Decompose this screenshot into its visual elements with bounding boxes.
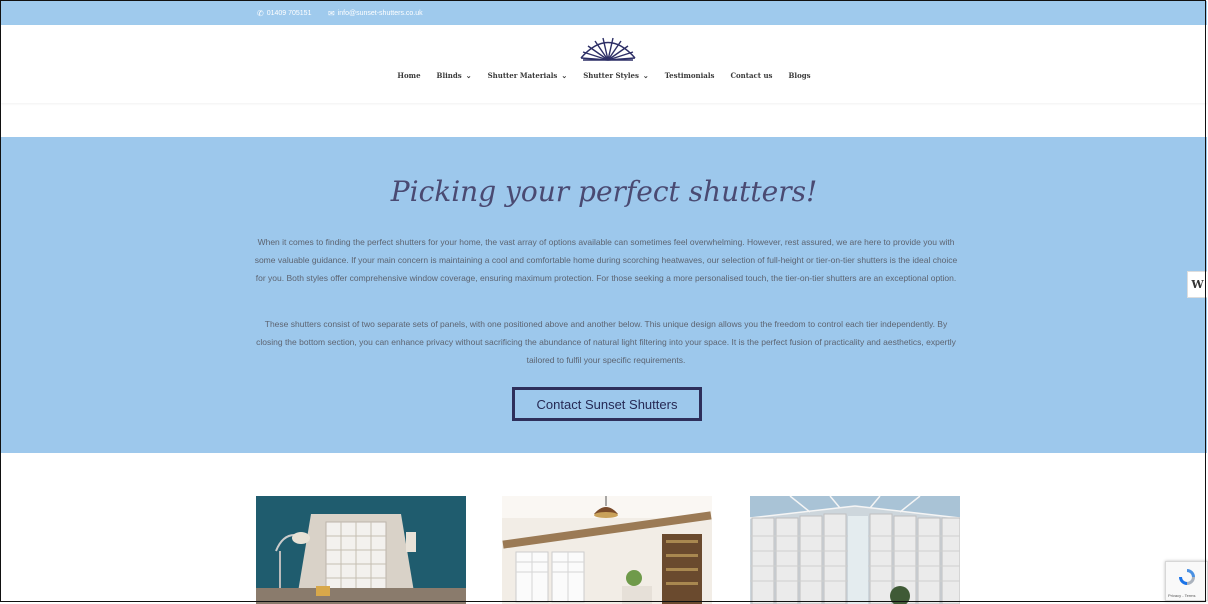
nav-label: Blinds [436, 71, 462, 80]
nav-label: Shutter Styles [583, 71, 639, 80]
chevron-down-icon: ⌄ [561, 71, 568, 80]
nav-item-contact-us[interactable]: Contact us [730, 71, 772, 80]
phone-link[interactable]: ✆ 01409 705151 [257, 1, 311, 25]
nav-item-blinds[interactable]: Blinds ⌄ [437, 71, 472, 80]
nav-item-home[interactable]: Home [397, 71, 420, 80]
recaptcha-badge[interactable]: Privacy - Terms [1165, 561, 1208, 601]
chevron-down-icon: ⌄ [465, 71, 472, 80]
nav-label: Testimonials [664, 71, 715, 80]
phone-number: 01409 705151 [266, 9, 312, 17]
shutter-photo-conservatory[interactable] [750, 496, 960, 604]
nav-item-shutter-styles[interactable]: Shutter Styles ⌄ [583, 71, 649, 80]
nav-label: Home [397, 71, 421, 80]
conservatory-image [750, 496, 960, 604]
side-tab[interactable]: W [1187, 271, 1207, 298]
nav-label: Shutter Materials [487, 71, 558, 80]
intro-paragraph: When it comes to finding the perfect shu… [254, 237, 958, 283]
nav-item-shutter-materials[interactable]: Shutter Materials ⌄ [488, 71, 568, 80]
main-nav: Home Blinds ⌄ Shutter Materials ⌄ Shutter … [1, 71, 1207, 80]
envelope-icon: ✉ [328, 8, 335, 18]
living-room-image [256, 496, 466, 604]
kitchen-image [502, 496, 712, 604]
shutter-photo-living-room[interactable] [256, 496, 466, 604]
page-title: Picking your perfect shutters! [390, 175, 818, 208]
email-address: info@sunset-shutters.co.uk [337, 9, 423, 17]
nav-label: Contact us [730, 71, 773, 80]
email-link[interactable]: ✉ info@sunset-shutters.co.uk [328, 1, 423, 25]
sunset-logo[interactable] [579, 37, 637, 62]
contact-bar: ✆ 01409 705151 ✉ info@sunset-shutters.co… [1, 1, 1207, 25]
nav-item-testimonials[interactable]: Testimonials [665, 71, 715, 80]
detail-paragraph: These shutters consist of two separate s… [256, 319, 956, 365]
recaptcha-label: Privacy - Terms [1168, 593, 1196, 598]
recaptcha-icon [1179, 569, 1195, 585]
shutter-photo-kitchen[interactable] [502, 496, 712, 604]
contact-sunset-shutters-button[interactable]: Contact Sunset Shutters [512, 387, 702, 421]
phone-icon: ✆ [257, 8, 264, 18]
chevron-down-icon: ⌄ [642, 71, 649, 80]
side-tab-label: W [1191, 278, 1204, 291]
site-header: Home Blinds ⌄ Shutter Materials ⌄ Shutter … [1, 25, 1207, 103]
nav-label: Blogs [788, 71, 811, 80]
hero-section: Picking your perfect shutters! When it c… [1, 137, 1207, 453]
nav-item-blogs[interactable]: Blogs [789, 71, 811, 80]
